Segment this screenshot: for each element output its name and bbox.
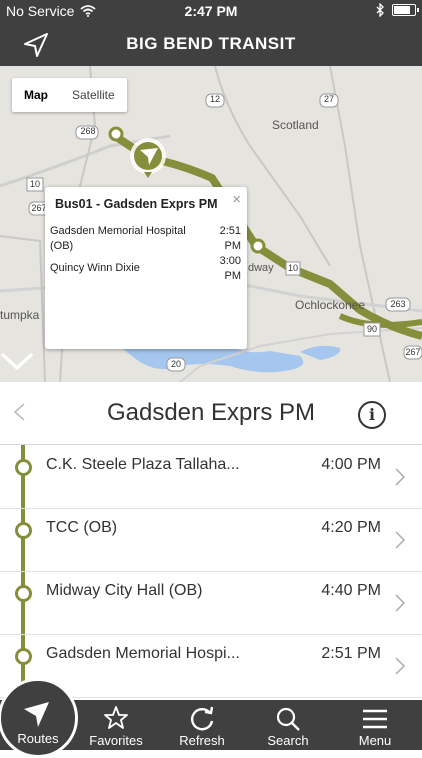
tab-search[interactable]: Search (252, 700, 324, 750)
stop-time: 4:20 PM (321, 519, 381, 536)
tab-favorites[interactable]: Favorites (80, 700, 152, 750)
bluetooth-icon (376, 3, 384, 17)
stop-time: 2:51 PM (321, 645, 381, 662)
info-icon[interactable]: i (358, 401, 386, 429)
routes-icon (24, 702, 49, 727)
stop-name: Gadsden Memorial Hospi... (46, 645, 240, 662)
tab-label: Search (267, 733, 309, 748)
popup-stop-name: Gadsden Memorial Hospital (OB) (50, 225, 186, 252)
stop-time: 4:00 PM (321, 456, 381, 473)
satellite-mode-button[interactable]: Satellite (60, 88, 127, 102)
search-icon (276, 707, 300, 731)
list-item[interactable]: TCC (OB) 4:20 PM (0, 508, 422, 572)
road-shield: 263 (390, 299, 406, 309)
stop-marker-icon (15, 522, 32, 539)
status-bar: No Service 2:47 PM (0, 0, 422, 22)
map-place-label: tumpka (0, 308, 40, 322)
chevron-right-icon (395, 468, 406, 486)
list-item[interactable]: Midway City Hall (OB) 4:40 PM (0, 571, 422, 635)
road-shield: 27 (323, 94, 334, 104)
road-shield: 90 (366, 324, 377, 334)
tab-label: Refresh (179, 733, 225, 748)
road-shield: 10 (29, 179, 40, 189)
stop-time: 4:40 PM (321, 582, 381, 599)
road-shield: 268 (80, 126, 96, 136)
stop-name: Midway City Hall (OB) (46, 582, 203, 599)
stop-name: TCC (OB) (46, 519, 118, 536)
map-mode-button[interactable]: Map (12, 88, 60, 102)
chevron-right-icon (395, 531, 406, 549)
tab-menu[interactable]: Menu (338, 700, 412, 750)
chevron-right-icon (395, 657, 406, 675)
list-item[interactable]: C.K. Steele Plaza Tallaha... 4:00 PM (0, 445, 422, 509)
tab-label: Routes (17, 731, 59, 746)
status-time: 2:47 PM (184, 3, 238, 19)
map-place-label: Scotland (272, 118, 319, 132)
stop-name: C.K. Steele Plaza Tallaha... (46, 456, 240, 473)
stop-marker-icon (15, 585, 32, 602)
star-icon (104, 706, 128, 729)
bus-marker-icon[interactable] (130, 138, 166, 178)
stop-marker-icon (15, 459, 32, 476)
battery-icon (392, 4, 419, 16)
close-icon[interactable]: × (232, 191, 241, 208)
stop-marker-icon (15, 648, 32, 665)
map-type-toggle: Map Satellite (12, 78, 127, 112)
route-header: Gadsden Exprs PM i (0, 382, 422, 445)
refresh-icon (191, 706, 214, 731)
chevron-down-icon[interactable] (0, 352, 34, 372)
nav-bar: BIG BEND TRANSIT (0, 22, 422, 66)
road-shield: 20 (170, 359, 181, 369)
map-place-label: dway (248, 262, 274, 274)
road-shield: 12 (209, 94, 220, 104)
menu-icon (363, 709, 387, 729)
road-shield: 10 (287, 263, 298, 273)
tab-label: Menu (358, 733, 392, 748)
road-shield: 267 (405, 347, 421, 357)
tab-routes[interactable]: Routes (0, 678, 78, 758)
tab-label: Favorites (89, 733, 143, 748)
bus-info-popup[interactable]: Bus01 - Gadsden Exprs PM × Gadsden Memor… (45, 187, 247, 349)
map-place-label: Ochlockonee (295, 298, 366, 312)
map-view[interactable]: Scotland Ochlockonee dway tumpka 268 12 … (0, 66, 422, 382)
popup-title: Bus01 - Gadsden Exprs PM (55, 197, 218, 211)
popup-stop-time: 3:00 PM (219, 255, 241, 282)
popup-stop-name: Quincy Winn Dixie (50, 262, 140, 274)
popup-stop-time: 2:51 PM (219, 225, 241, 252)
app-title: BIG BEND TRANSIT (126, 34, 296, 53)
tab-refresh[interactable]: Refresh (166, 700, 238, 750)
chevron-right-icon (395, 594, 406, 612)
stop-list[interactable]: C.K. Steele Plaza Tallaha... 4:00 PM TCC… (0, 445, 422, 700)
